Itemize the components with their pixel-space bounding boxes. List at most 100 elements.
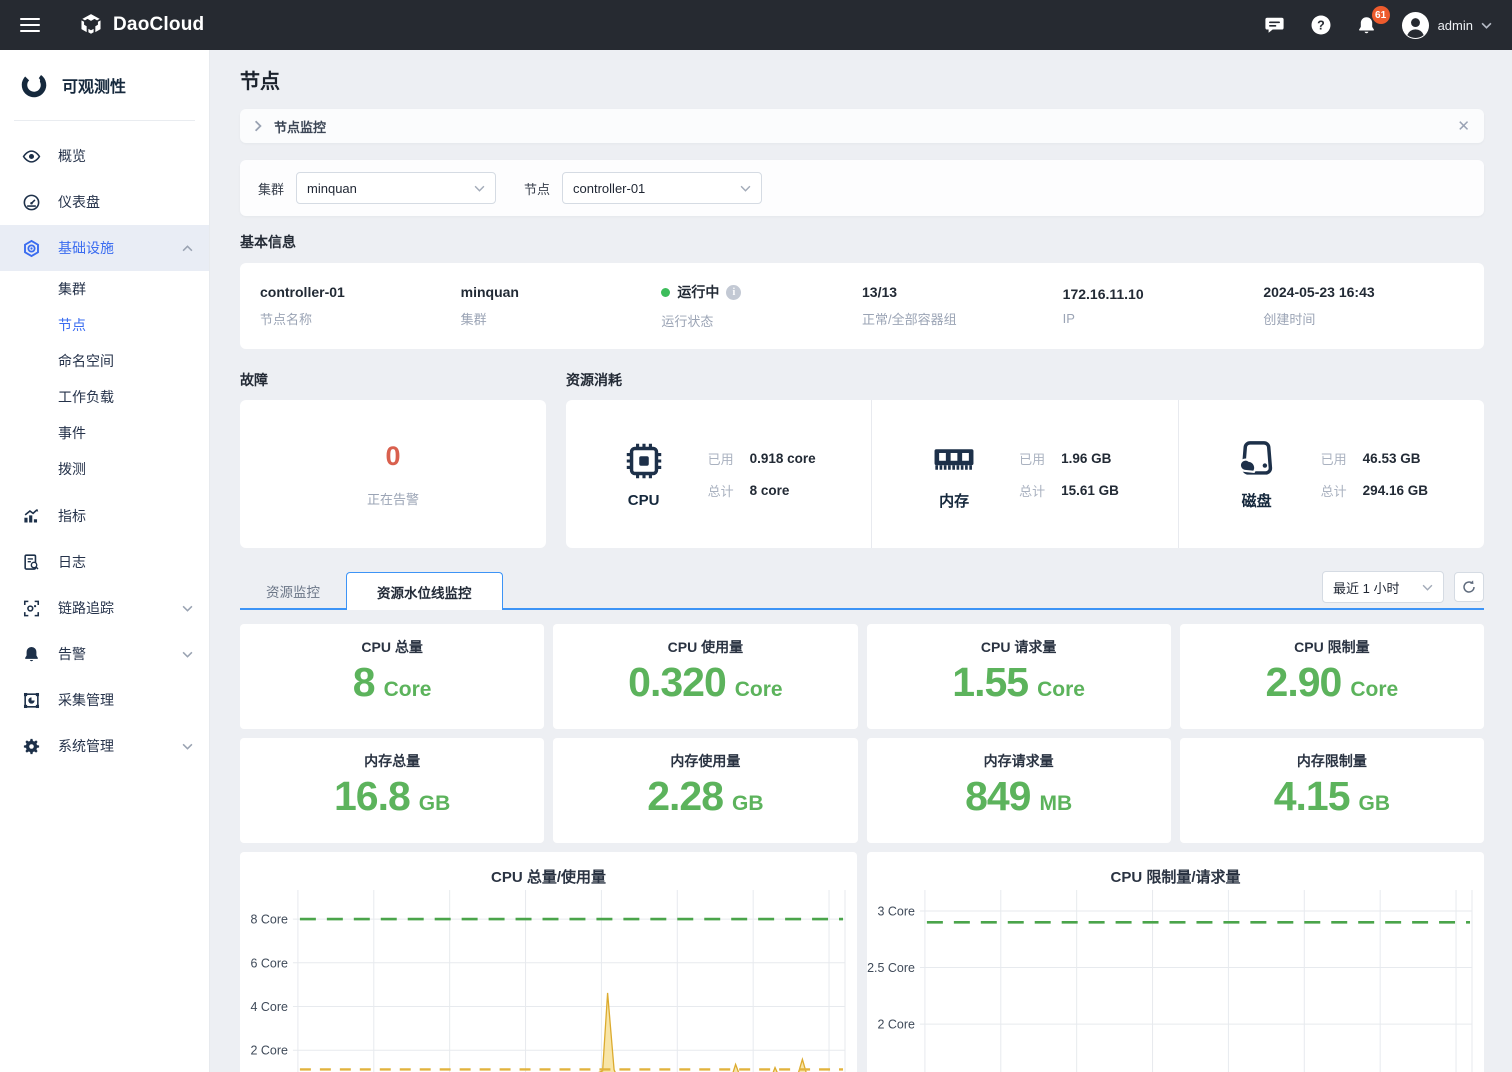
sidebar-item-collection[interactable]: 采集管理 xyxy=(0,677,209,723)
sidebar-subitem-label: 集群 xyxy=(58,279,86,299)
sidebar: 可观测性 概览 仪表盘 基础设施 集群 节点 命名空间 工作负载 事件 拨测 指… xyxy=(0,50,210,1072)
stat-card-mem-total: 内存总量 16.8GB xyxy=(240,738,544,843)
page-title: 节点 xyxy=(240,68,1484,96)
disk-icon xyxy=(1235,437,1279,486)
sidebar-item-label: 告警 xyxy=(58,644,86,664)
basic-info-title: 基本信息 xyxy=(240,232,1484,252)
sidebar-subitem-probes[interactable]: 拨测 xyxy=(0,451,209,487)
sidebar-subitem-nodes[interactable]: 节点 xyxy=(0,307,209,343)
filter-bar: 集群 minquan 节点 controller-01 xyxy=(240,160,1484,216)
brand[interactable]: DaoCloud xyxy=(78,12,204,38)
help-icon[interactable]: ? xyxy=(1309,13,1333,37)
sidebar-item-tracing[interactable]: 链路追踪 xyxy=(0,585,209,631)
svg-text:2.5 Core: 2.5 Core xyxy=(867,961,915,975)
charts-row: CPU 总量/使用量 8 Core6 Core4 Core2 Core CPU … xyxy=(240,852,1484,1072)
sidebar-item-label: 指标 xyxy=(58,506,86,526)
tab-resource-monitor[interactable]: 资源监控 xyxy=(240,572,346,610)
tab-watermark-monitor[interactable]: 资源水位线监控 xyxy=(346,572,503,610)
sidebar-subitem-clusters[interactable]: 集群 xyxy=(0,271,209,307)
chevron-down-icon xyxy=(740,185,751,192)
info-field-created: 2024-05-23 16:43 创建时间 xyxy=(1263,284,1464,328)
status-dot xyxy=(661,288,670,297)
chevron-right-icon[interactable] xyxy=(254,120,262,132)
stat-cards: CPU 总量 8Core CPU 使用量 0.320Core CPU 请求量 1… xyxy=(240,624,1484,843)
cluster-select-value: minquan xyxy=(307,181,357,196)
gauge-icon xyxy=(22,193,41,212)
user-menu[interactable]: admin xyxy=(1401,11,1492,40)
sidebar-subitem-workloads[interactable]: 工作负载 xyxy=(0,379,209,415)
stat-card-cpu-total: CPU 总量 8Core xyxy=(240,624,544,729)
status-text: 运行中 xyxy=(677,282,719,302)
time-range-select[interactable]: 最近 1 小时 xyxy=(1322,571,1444,603)
alert-count: 0 xyxy=(385,441,400,472)
refresh-button[interactable] xyxy=(1454,572,1484,602)
svg-text:6 Core: 6 Core xyxy=(251,956,288,970)
collection-manage-icon xyxy=(22,691,41,710)
cpu-total-usage-chart: CPU 总量/使用量 8 Core6 Core4 Core2 Core xyxy=(240,852,857,1072)
info-icon[interactable]: i xyxy=(726,285,741,300)
cpu-limit-request-chart: CPU 限制量/请求量 3 Core2.5 Core2 Core xyxy=(867,852,1484,1072)
resource-name: 内存 xyxy=(939,490,969,511)
sidebar-subitem-namespaces[interactable]: 命名空间 xyxy=(0,343,209,379)
chevron-down-icon xyxy=(1422,584,1433,591)
svg-text:3 Core: 3 Core xyxy=(878,904,915,918)
tracing-icon xyxy=(22,599,41,618)
sidebar-item-label: 日志 xyxy=(58,552,86,572)
close-icon[interactable]: ✕ xyxy=(1457,119,1470,134)
feedback-icon[interactable] xyxy=(1263,13,1287,37)
sidebar-item-dashboards[interactable]: 仪表盘 xyxy=(0,179,209,225)
refresh-icon xyxy=(1461,579,1477,595)
resource-disk: 磁盘 已用46.53 GB 总计294.16 GB xyxy=(1178,400,1484,548)
sidebar-item-infrastructure[interactable]: 基础设施 xyxy=(0,225,209,271)
chevron-down-icon xyxy=(182,605,193,612)
sidebar-item-overview[interactable]: 概览 xyxy=(0,133,209,179)
stat-card-cpu-request: CPU 请求量 1.55Core xyxy=(867,624,1171,729)
stat-card-cpu-limit: CPU 限制量 2.90Core xyxy=(1180,624,1484,729)
info-field-pods: 13/13 正常/全部容器组 xyxy=(862,284,1063,328)
info-field-status: 运行中 i 运行状态 xyxy=(661,282,862,330)
info-field-ip: 172.16.11.10 IP xyxy=(1063,286,1264,326)
sidebar-subitem-events[interactable]: 事件 xyxy=(0,415,209,451)
gear-icon xyxy=(22,737,41,756)
sidebar-item-alerts[interactable]: 告警 xyxy=(0,631,209,677)
notifications-bell-icon[interactable]: 61 xyxy=(1355,13,1379,37)
user-chevron-down-icon xyxy=(1481,22,1492,29)
time-range-value: 最近 1 小时 xyxy=(1333,578,1399,597)
username: admin xyxy=(1438,18,1473,33)
node-select-value: controller-01 xyxy=(573,181,645,196)
chart-title: CPU 总量/使用量 xyxy=(240,852,857,890)
sidebar-item-label: 系统管理 xyxy=(58,736,114,756)
sidebar-item-label: 采集管理 xyxy=(58,690,114,710)
avatar xyxy=(1401,11,1430,40)
alert-count-label: 正在告警 xyxy=(367,489,419,508)
info-field-node-name: controller-01 节点名称 xyxy=(260,284,461,328)
svg-text:8 Core: 8 Core xyxy=(251,913,288,927)
menu-toggle-icon[interactable] xyxy=(20,18,40,32)
sidebar-item-metrics[interactable]: 指标 xyxy=(0,493,209,539)
divider xyxy=(14,120,195,121)
product-name: 可观测性 xyxy=(62,73,126,97)
infrastructure-icon xyxy=(22,239,41,258)
observability-logo-icon xyxy=(20,71,48,99)
resource-memory: 内存 已用1.96 GB 总计15.61 GB xyxy=(871,400,1177,548)
stat-card-mem-limit: 内存限制量 4.15GB xyxy=(1180,738,1484,843)
chevron-down-icon xyxy=(182,743,193,750)
breadcrumb-label: 节点监控 xyxy=(274,117,326,136)
cluster-select[interactable]: minquan xyxy=(296,172,496,204)
product-switcher[interactable]: 可观测性 xyxy=(0,50,209,120)
info-field-cluster: minquan 集群 xyxy=(461,284,662,328)
chart-plot: 3 Core2.5 Core2 Core xyxy=(867,890,1484,1072)
sidebar-item-label: 仪表盘 xyxy=(58,192,100,212)
chevron-down-icon xyxy=(474,185,485,192)
monitor-tabs: 资源监控 资源水位线监控 最近 1 小时 xyxy=(240,570,1484,610)
sidebar-item-label: 基础设施 xyxy=(58,238,114,258)
fault-card: 0 正在告警 xyxy=(240,400,546,548)
resource-name: 磁盘 xyxy=(1242,490,1272,511)
stat-card-mem-request: 内存请求量 849MB xyxy=(867,738,1171,843)
sidebar-item-logs[interactable]: 日志 xyxy=(0,539,209,585)
stat-card-mem-usage: 内存使用量 2.28GB xyxy=(553,738,857,843)
sidebar-item-label: 链路追踪 xyxy=(58,598,114,618)
node-select[interactable]: controller-01 xyxy=(562,172,762,204)
sidebar-item-system[interactable]: 系统管理 xyxy=(0,723,209,769)
main-content: 节点 节点监控 ✕ 集群 minquan 节点 controller-01 基本… xyxy=(210,50,1512,1072)
